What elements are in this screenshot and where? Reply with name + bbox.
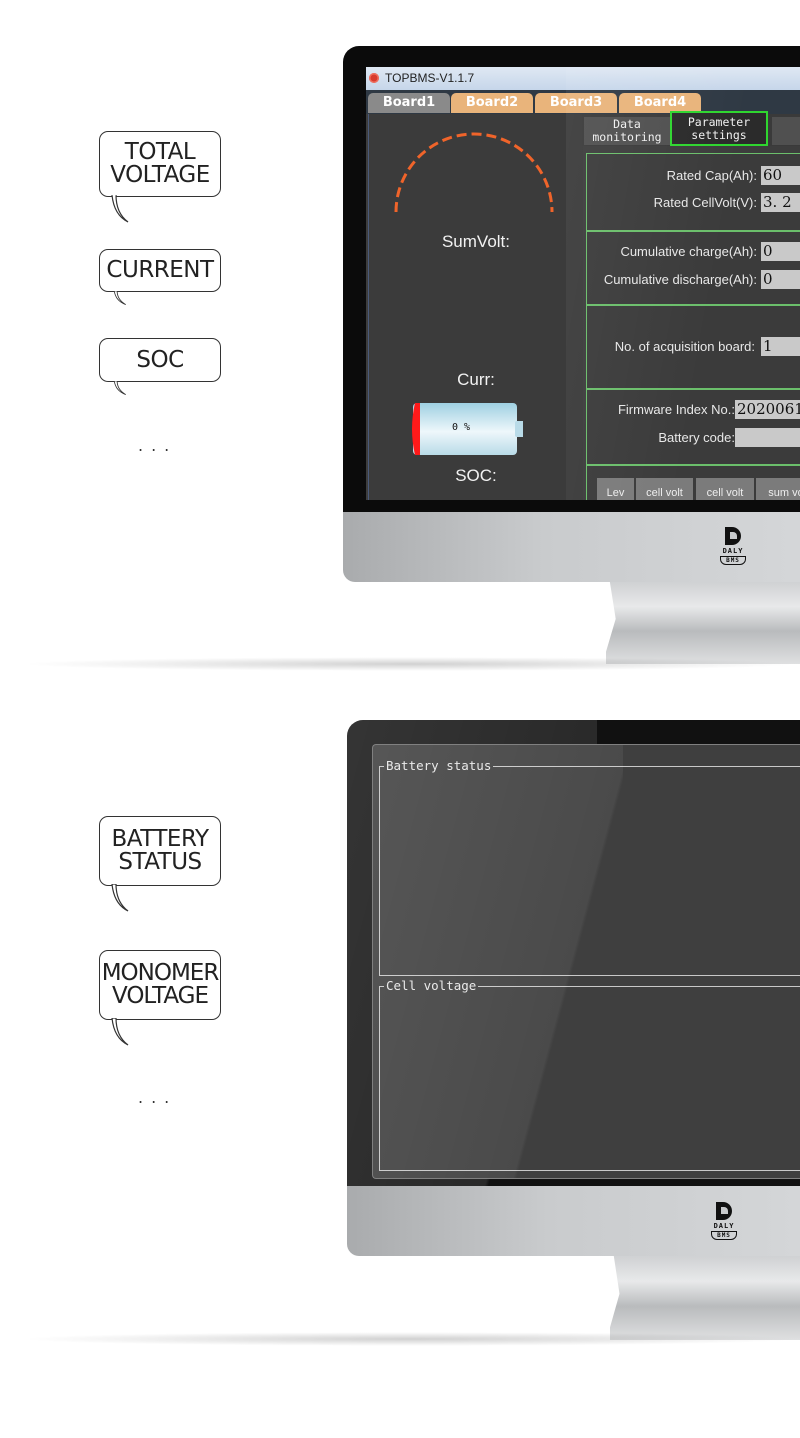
tab-more[interactable]	[772, 117, 800, 145]
battery-status-group: Battery status	[379, 758, 800, 976]
cum-discharge-label: Cumulative discharge(Ah):	[603, 272, 757, 287]
battery-status-title: Battery status	[384, 758, 494, 774]
cum-discharge-input[interactable]: 0	[761, 270, 800, 289]
table-header-cell-volt: cell volt	[696, 478, 754, 500]
speech-tail-icon	[113, 381, 126, 395]
ellipsis: ...	[138, 436, 178, 455]
callout-text: TOTAL VOLTAGE	[110, 139, 210, 188]
battery-monitor-window: Battery status Cell voltage	[372, 744, 800, 1179]
tab-board2[interactable]: Board2	[451, 93, 533, 113]
group-cumulative: Cumulative charge(Ah): 0 Cumulative disc…	[586, 231, 800, 305]
battery-code-input[interactable]	[735, 428, 800, 447]
group-rated: Rated Cap(Ah): 60 Rated CellVolt(V): 3. …	[586, 153, 800, 231]
stand-shadow	[20, 657, 800, 671]
firmware-input[interactable]: 2020061	[735, 400, 800, 419]
brand-word: DALY	[722, 547, 744, 555]
sub-tabs: Data monitoring Parameter settings	[582, 111, 800, 146]
current-label: Curr:	[457, 370, 495, 389]
brand-badge: BMS	[720, 556, 746, 565]
callout-text: BATTERY STATUS	[111, 826, 209, 875]
cell-voltage-group: Cell voltage	[379, 978, 800, 1171]
callout-current: CURRENT	[99, 249, 221, 305]
brand-word: DALY	[713, 1222, 735, 1230]
acq-board-label: No. of acquisition board:	[614, 339, 755, 354]
tab-board3[interactable]: Board3	[535, 93, 617, 113]
table-header-sum-volt: sum vo	[756, 478, 800, 500]
title-bar: TOPBMS-V1.1.7	[366, 67, 800, 90]
rated-cap-label: Rated Cap(Ah):	[666, 168, 757, 183]
callout-text: SOC	[136, 346, 184, 373]
gauge-panel: SumVolt: Curr: 0 % SOC:	[368, 114, 583, 500]
callout-soc: SOC	[99, 338, 221, 395]
group-firmware: Firmware Index No.: 2020061 Battery code…	[586, 389, 800, 465]
window-title: TOPBMS-V1.1.7	[385, 71, 475, 85]
speech-tail-icon	[111, 1018, 129, 1046]
table-header-cell-volt: cell volt	[636, 478, 693, 500]
callout-text: CURRENT	[106, 257, 214, 283]
group-table: Lev cell volt cell volt sum vo	[586, 465, 800, 500]
soc-label: SOC:	[455, 466, 497, 485]
sumvolt-gauge	[394, 132, 554, 213]
daly-logo-icon	[716, 1202, 732, 1220]
brand-badge: BMS	[711, 1231, 737, 1240]
monitor-stand	[606, 582, 800, 664]
tab-board4[interactable]: Board4	[619, 93, 701, 113]
ellipsis: ...	[138, 1088, 178, 1107]
daly-bms-logo: DALY BMS	[704, 1202, 744, 1240]
callout-monomer-voltage: MONOMER VOLTAGE	[99, 950, 221, 1046]
soc-percent-text: 0 %	[451, 422, 471, 433]
app-gear-icon	[369, 73, 379, 83]
sumvolt-label: SumVolt:	[441, 232, 511, 251]
daly-bms-logo: DALY BMS	[713, 527, 753, 565]
current-gauge	[389, 264, 559, 364]
tab-parameter-settings[interactable]: Parameter settings	[670, 111, 768, 146]
speech-tail-icon	[113, 291, 126, 305]
table-header-lev: Lev	[597, 478, 634, 500]
callout-text: MONOMER VOLTAGE	[101, 960, 220, 1009]
acq-board-input[interactable]: 1	[761, 337, 800, 356]
callout-total-voltage: TOTAL VOLTAGE	[99, 131, 221, 223]
cum-charge-input[interactable]: 0	[761, 242, 800, 261]
monitor-stand	[610, 1256, 800, 1340]
gauge-arc	[394, 132, 554, 213]
cum-charge-label: Cumulative charge(Ah):	[620, 244, 757, 259]
speech-tail-icon	[111, 195, 129, 223]
firmware-label: Firmware Index No.:	[617, 402, 735, 417]
tab-board1[interactable]: Board1	[368, 93, 450, 113]
daly-logo-icon	[725, 527, 741, 545]
parameter-settings-panel: Rated Cap(Ah): 60 Rated CellVolt(V): 3. …	[586, 153, 800, 500]
tab-data-monitoring[interactable]: Data monitoring	[584, 117, 670, 145]
speech-tail-icon	[111, 884, 129, 912]
group-acquisition: No. of acquisition board: 1	[586, 305, 800, 389]
cell-voltage-title: Cell voltage	[384, 978, 479, 994]
callout-battery-status: BATTERY STATUS	[99, 816, 221, 912]
topbms-window: TOPBMS-V1.1.7 Board1 Board2 Board3 Board…	[366, 67, 800, 500]
rated-cellvolt-input[interactable]: 3. 2	[761, 193, 800, 212]
rated-cellvolt-label: Rated CellVolt(V):	[653, 195, 757, 210]
stand-shadow	[20, 1332, 800, 1346]
rated-cap-input[interactable]: 60	[761, 166, 800, 185]
battery-code-label: Battery code:	[658, 430, 735, 445]
